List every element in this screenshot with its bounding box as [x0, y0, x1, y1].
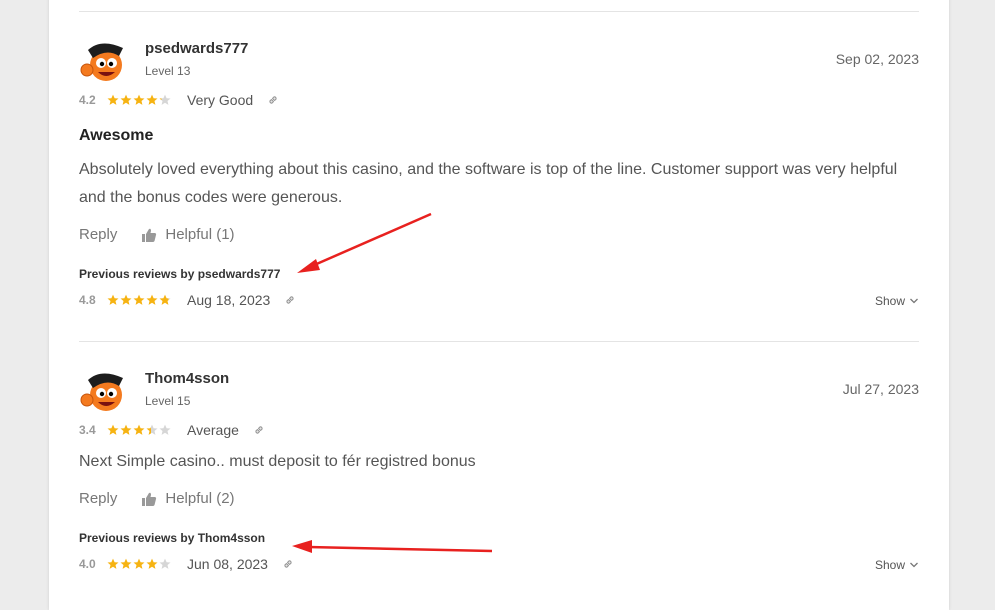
previous-review-date: Aug 18, 2023	[187, 292, 271, 308]
star-icon	[107, 424, 119, 435]
review-actions: Reply Helpful (1)	[79, 226, 235, 243]
thumbs-up-icon	[142, 228, 157, 242]
helpful-label: Helpful (1)	[165, 226, 235, 243]
star-rating	[107, 94, 171, 106]
rating-score: 4.8	[79, 293, 96, 307]
review-body: Next Simple casino.. must deposit to fér…	[79, 453, 476, 470]
star-icon	[120, 294, 132, 305]
username[interactable]: psedwards777	[145, 40, 248, 57]
reply-button[interactable]: Reply	[79, 490, 117, 507]
helpful-button[interactable]: Helpful (1)	[141, 226, 235, 243]
chevron-down-icon	[910, 298, 918, 304]
rating-score: 4.0	[79, 557, 96, 571]
rating-row: 4.2 Very Good	[79, 92, 279, 108]
rating-score: 3.4	[79, 423, 96, 437]
previous-reviews-label: Previous reviews by Thom4sson	[79, 531, 266, 545]
previous-review-row: 4.8 Aug 18, 2023	[79, 292, 296, 308]
star-icon	[159, 424, 171, 435]
review-actions: Reply Helpful (2)	[79, 490, 235, 507]
show-label: Show	[874, 558, 905, 572]
user-level: Level 13	[145, 64, 191, 78]
star-icon	[146, 94, 158, 105]
link-icon[interactable]	[284, 294, 296, 306]
show-label: Show	[874, 294, 905, 308]
star-icon	[120, 424, 132, 435]
review-body: Absolutely loved everything about this c…	[79, 161, 898, 206]
show-previous-button[interactable]: Show	[875, 294, 919, 308]
star-icon	[146, 558, 158, 569]
star-rating	[107, 294, 171, 306]
username[interactable]: Thom4sson	[145, 370, 229, 387]
star-icon	[107, 94, 119, 105]
star-icon	[159, 294, 171, 305]
star-rating	[107, 558, 171, 570]
helpful-label: Helpful (2)	[165, 490, 235, 507]
star-icon	[107, 558, 119, 569]
star-icon	[120, 558, 132, 569]
thumbs-up-icon	[142, 492, 157, 506]
previous-reviews-label: Previous reviews by psedwards777	[79, 267, 281, 281]
star-icon	[159, 558, 171, 569]
star-rating	[107, 424, 171, 436]
link-icon[interactable]	[282, 558, 294, 570]
link-icon[interactable]	[253, 424, 265, 436]
link-icon[interactable]	[267, 94, 279, 106]
star-icon	[133, 558, 145, 569]
show-previous-button[interactable]: Show	[875, 558, 919, 572]
chevron-down-icon	[910, 562, 918, 568]
divider	[79, 341, 919, 342]
avatar[interactable]	[79, 370, 129, 416]
review-date: Sep 02, 2023	[835, 51, 919, 67]
star-icon	[133, 294, 145, 305]
star-icon	[159, 94, 171, 105]
previous-review-row: 4.0 Jun 08, 2023	[79, 556, 294, 572]
rating-row: 3.4 Average	[79, 422, 265, 438]
reviews-card: psedwards777 Level 13 Sep 02, 2023 4.2 V…	[49, 0, 949, 610]
helpful-button[interactable]: Helpful (2)	[141, 490, 235, 507]
star-icon	[120, 94, 132, 105]
rating-verdict: Very Good	[187, 92, 254, 108]
user-level: Level 15	[145, 394, 191, 408]
reply-button[interactable]: Reply	[79, 226, 117, 243]
star-icon	[133, 424, 145, 435]
avatar[interactable]	[79, 40, 129, 86]
rating-score: 4.2	[79, 93, 96, 107]
review-date: Jul 27, 2023	[842, 381, 919, 397]
star-icon	[107, 294, 119, 305]
review-title: Awesome	[79, 127, 154, 144]
star-icon	[146, 294, 158, 305]
divider	[79, 11, 919, 12]
previous-review-date: Jun 08, 2023	[187, 556, 268, 572]
star-icon	[133, 94, 145, 105]
star-icon	[146, 424, 158, 435]
rating-verdict: Average	[187, 422, 239, 438]
